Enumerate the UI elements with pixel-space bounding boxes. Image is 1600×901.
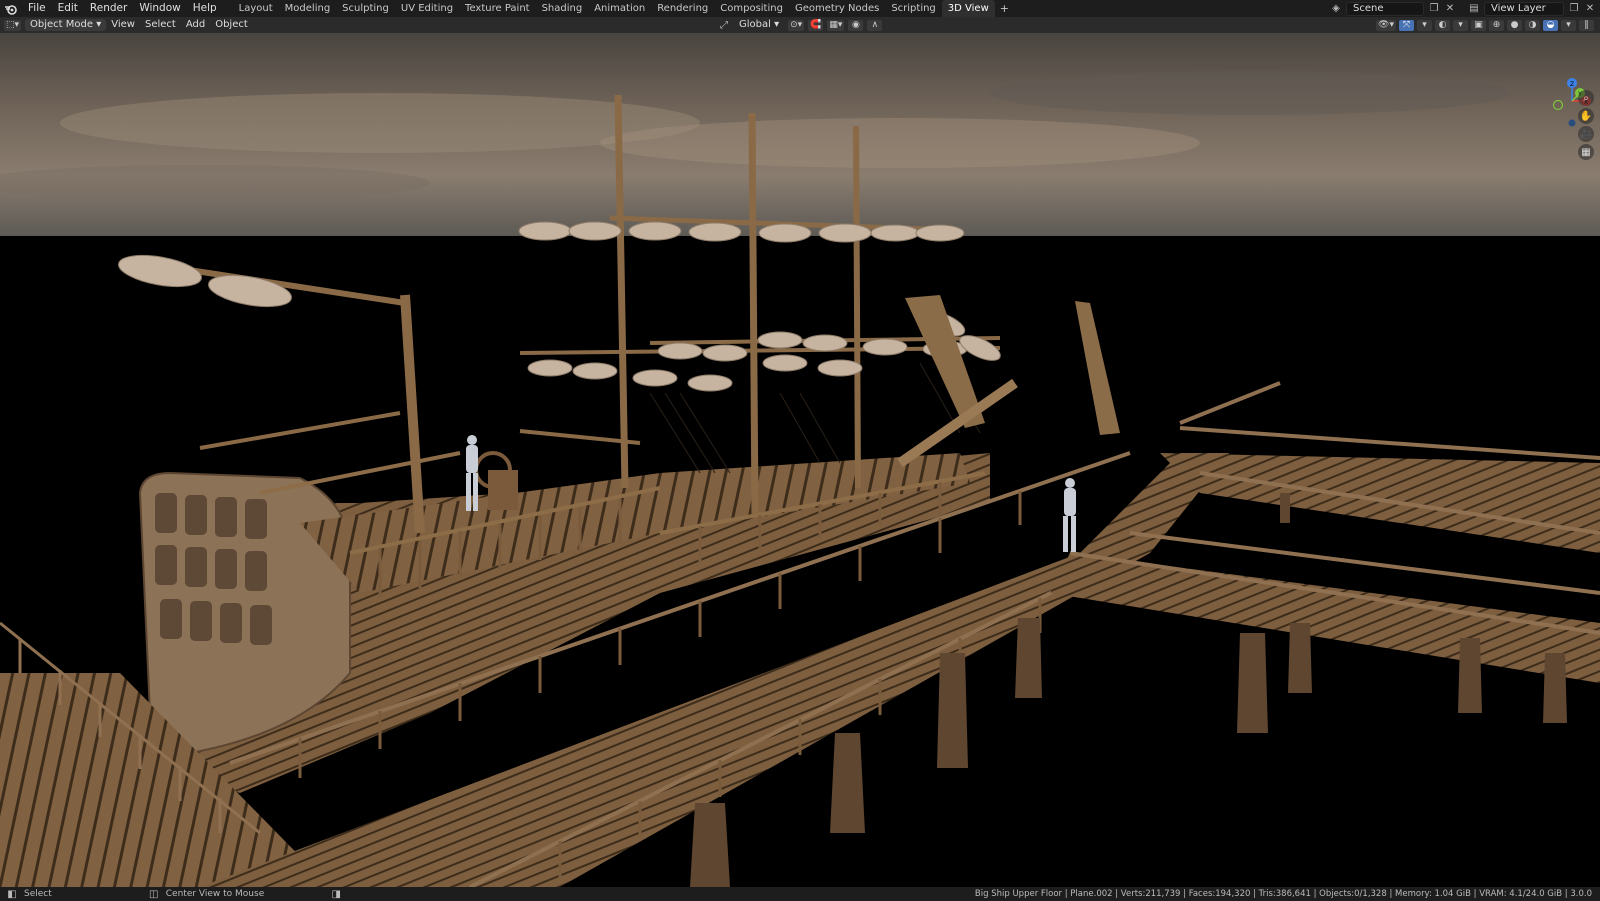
mouse-left-icon: ◧ [7,888,17,900]
perspective-grid-icon[interactable]: ▦ [1578,144,1594,160]
menu-file[interactable]: File [22,0,52,17]
rendered-shading-icon[interactable]: ◒ [1543,19,1558,31]
tab-sculpting[interactable]: Sculpting [336,0,395,17]
proportional-edit-icon[interactable]: ◉ [848,19,864,31]
snap-target-icon[interactable]: ▦▾ [827,19,845,31]
material-shading-icon[interactable]: ◑ [1525,19,1540,31]
xray-icon[interactable]: ▣ [1471,19,1486,31]
transform-tools: ⤢ Global ▾ ⊙▾ 🧲 ▦▾ ◉ ∧ [718,17,883,33]
pivot-icon[interactable]: ⊙▾ [788,19,805,31]
blender-logo-icon[interactable] [0,0,22,17]
mouse-right-icon: ◨ [331,888,341,900]
scene-field[interactable]: Scene [1346,1,1424,16]
status-center-view: Center View to Mouse [165,889,265,899]
tab-scripting[interactable]: Scripting [885,0,941,17]
menu-edit[interactable]: Edit [52,0,84,17]
menu-object[interactable]: Object [210,19,253,31]
falloff-icon[interactable]: ∧ [867,19,883,31]
menu-window[interactable]: Window [133,0,186,17]
mouse-middle-icon: ◫ [149,888,159,900]
gizmo-neg-z-icon[interactable] [1568,119,1576,127]
transform-orientation-dropdown[interactable]: Global ▾ [734,19,784,31]
gizmo-toggle-icon[interactable]: ⤧ [1399,19,1414,31]
editor-type-icon[interactable]: ⬚▾ [4,19,22,31]
wireframe-shading-icon[interactable]: ⊕ [1489,19,1504,31]
tab-compositing[interactable]: Compositing [714,0,789,17]
menu-view[interactable]: View [106,19,140,31]
overlay-dropdown-icon[interactable]: ▾ [1453,19,1468,31]
add-workspace-button[interactable]: + [995,0,1014,17]
scene-icon[interactable]: ◈ [1330,3,1342,15]
menu-help[interactable]: Help [187,0,223,17]
overlay-toggle-icon[interactable]: ◐ [1435,19,1450,31]
tab-modeling[interactable]: Modeling [279,0,337,17]
tab-3d-view[interactable]: 3D View [941,0,995,17]
delete-view-layer-icon[interactable]: ✕ [1584,3,1596,15]
mode-label: Object Mode [30,19,94,30]
gizmo-dropdown-icon[interactable]: ▾ [1417,19,1432,31]
workspace-tabs: Layout Modeling Sculpting UV Editing Tex… [233,0,1014,17]
pan-hand-icon[interactable]: ✋ [1578,108,1594,124]
scene-controls: ◈ Scene ❐ ✕ ▤ View Layer ❐ ✕ [1330,0,1596,17]
menu-select[interactable]: Select [140,19,181,31]
tab-layout[interactable]: Layout [233,0,279,17]
scene-statistics: Big Ship Upper Floor | Plane.002 | Verts… [974,889,1592,899]
sidebar-toggle-icon[interactable]: ‖ [1579,19,1594,31]
tab-rendering[interactable]: Rendering [651,0,714,17]
status-bar: ◧ Select ◫ Center View to Mouse ◨ Big Sh… [0,887,1600,901]
object-mode-dropdown[interactable]: Object Mode ▾ [25,19,107,31]
new-view-layer-icon[interactable]: ❐ [1568,3,1580,15]
new-scene-icon[interactable]: ❐ [1428,3,1440,15]
visibility-icon[interactable]: 👁▾ [1376,19,1396,31]
gizmo-neg-y-icon[interactable] [1552,99,1564,111]
solid-shading-icon[interactable]: ● [1507,19,1522,31]
tab-animation[interactable]: Animation [588,0,651,17]
top-bar: File Edit Render Window Help Layout Mode… [0,0,1600,18]
viewport-display-tools: 👁▾ ⤧ ▾ ◐ ▾ ▣ ⊕ ● ◑ ◒ ▾ ‖ [1376,17,1594,33]
tab-uv-editing[interactable]: UV Editing [395,0,459,17]
tab-texture-paint[interactable]: Texture Paint [459,0,536,17]
camera-view-icon[interactable]: 🎥 [1578,126,1594,142]
scene-render [0,33,1600,887]
view-layer-field[interactable]: View Layer [1484,1,1564,16]
3d-viewport[interactable]: Z Y X ⌕ ✋ 🎥 ▦ [0,33,1600,887]
status-select: Select [24,889,52,899]
zoom-icon[interactable]: ⌕ [1578,90,1594,106]
tab-geometry-nodes[interactable]: Geometry Nodes [789,0,885,17]
view-layer-icon[interactable]: ▤ [1468,3,1480,15]
shading-dropdown-icon[interactable]: ▾ [1561,19,1576,31]
orientation-icon: ⤢ [720,19,728,31]
viewport-header: ⬚▾ Object Mode ▾ View Select Add Object … [0,17,1600,33]
gizmo-z-label: Z [1570,81,1574,88]
menu-add[interactable]: Add [181,19,210,31]
tab-shading[interactable]: Shading [536,0,589,17]
snap-icon[interactable]: 🧲 [808,19,824,31]
delete-scene-icon[interactable]: ✕ [1444,3,1456,15]
menu-render[interactable]: Render [84,0,133,17]
